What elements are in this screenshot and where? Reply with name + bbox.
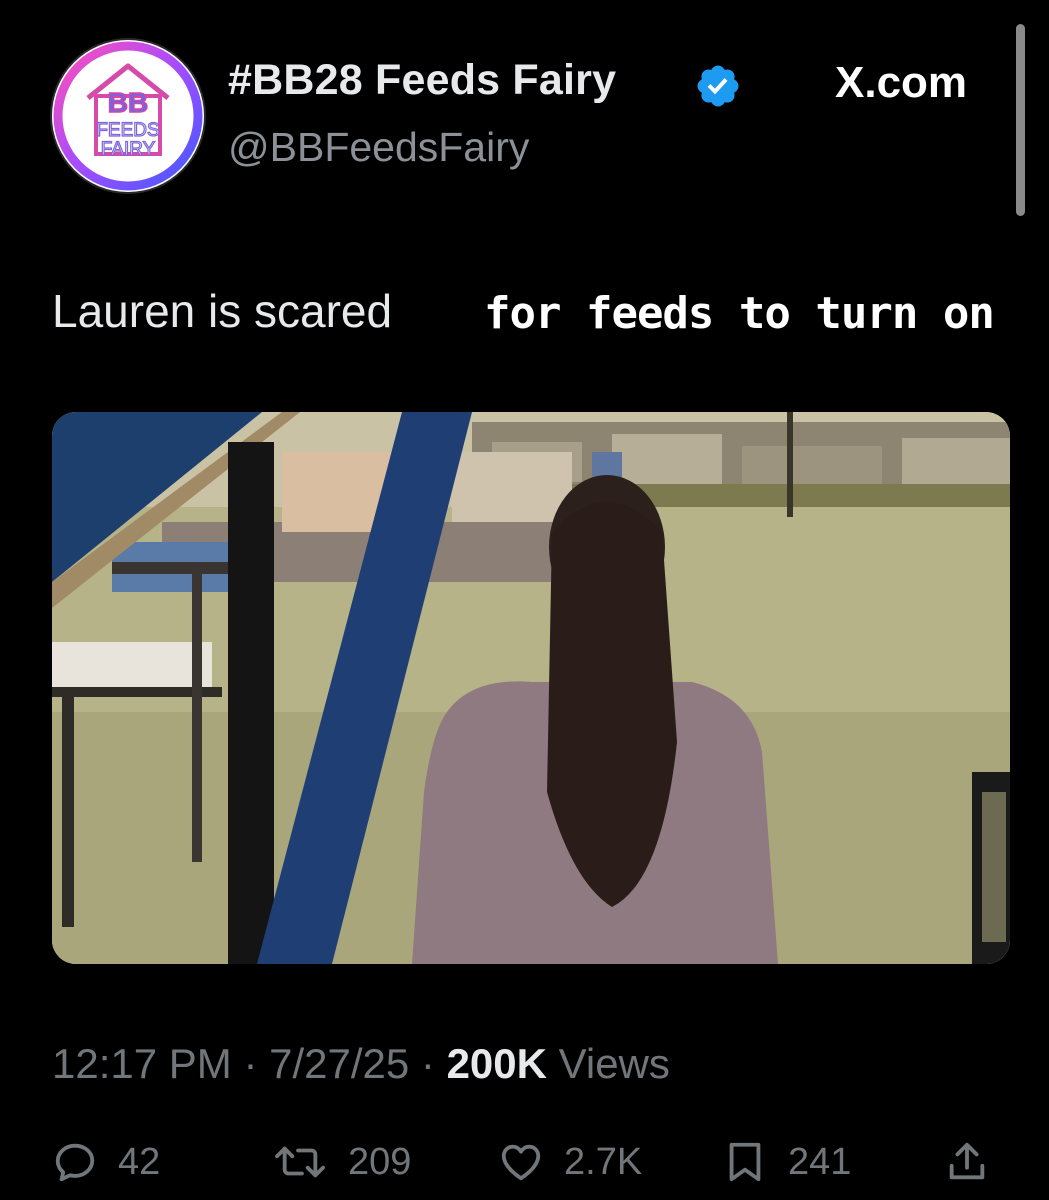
avatar-text-fairy: FAIRY — [101, 139, 156, 160]
scrollbar[interactable] — [1016, 24, 1025, 216]
like-button[interactable]: 2.7K — [498, 1138, 642, 1186]
tweet-text: Lauren is scared — [52, 285, 393, 337]
repost-icon — [275, 1146, 325, 1178]
like-count: 2.7K — [564, 1140, 643, 1183]
repost-count: 209 — [348, 1140, 412, 1183]
bookmark-button[interactable]: 241 — [722, 1138, 851, 1186]
tweet-media-image[interactable] — [52, 412, 1010, 964]
verified-badge-icon — [694, 62, 742, 110]
tweet-date[interactable]: 7/27/25 — [269, 1040, 409, 1087]
share-icon — [949, 1142, 985, 1180]
author-handle[interactable]: @BBFeedsFairy — [228, 124, 529, 171]
caption-overlay: for feeds to turn on — [484, 288, 995, 339]
bookmark-count: 241 — [788, 1140, 852, 1183]
views-label: Views — [546, 1040, 670, 1087]
display-name[interactable]: #BB28 Feeds Fairy — [228, 56, 616, 105]
avatar-logo: BB FEEDS FAIRY — [53, 41, 203, 191]
meta-separator: · — [409, 1040, 447, 1087]
reply-icon — [55, 1143, 95, 1182]
views-count: 200K — [446, 1040, 547, 1087]
tweet-time[interactable]: 12:17 PM — [52, 1040, 232, 1087]
bookmark-icon — [729, 1142, 761, 1182]
heart-icon — [501, 1144, 541, 1181]
site-label: X.com — [835, 58, 968, 107]
repost-button[interactable]: 209 — [272, 1138, 411, 1186]
avatar[interactable]: BB FEEDS FAIRY — [52, 40, 204, 192]
tweet-meta: 12:17 PM · 7/27/25 · 200K Views — [52, 1040, 670, 1088]
avatar-text-feeds: FEEDS — [96, 120, 159, 141]
reply-count: 42 — [118, 1140, 161, 1183]
meta-separator: · — [231, 1040, 270, 1087]
reply-button[interactable]: 42 — [52, 1138, 160, 1186]
avatar-text-bb: BB — [108, 87, 148, 118]
share-button[interactable] — [944, 1138, 990, 1186]
